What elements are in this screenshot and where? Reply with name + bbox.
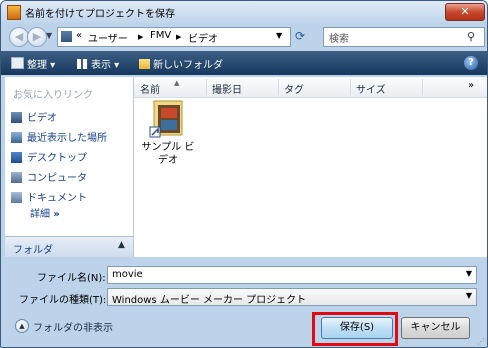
chevron-down-icon[interactable]: ▼ xyxy=(466,291,472,300)
organize-icon xyxy=(11,57,24,69)
nav-item-computer[interactable]: コンピュータ xyxy=(11,169,87,185)
hide-folders-button[interactable]: フォルダの非表示 xyxy=(33,319,113,334)
resize-grip-icon[interactable]: ⋰ xyxy=(477,337,485,346)
column-divider[interactable] xyxy=(422,79,423,95)
filetype-select[interactable]: Windows ムービー メーカー プロジェクト ▼ xyxy=(107,288,477,306)
desktop-icon xyxy=(11,152,22,163)
breadcrumb-fmv[interactable]: FMV xyxy=(150,30,171,41)
search-placeholder: 検索 xyxy=(329,34,349,45)
file-name-line1: サンプル ビ xyxy=(141,142,195,153)
filename-label: ファイル名(N): xyxy=(37,273,106,284)
breadcrumb-videos[interactable]: ビデオ xyxy=(188,30,218,45)
views-label: 表示 xyxy=(91,60,111,71)
file-item-label: サンプル ビ デオ xyxy=(136,141,200,167)
save-button[interactable]: 保存(S) xyxy=(321,317,393,339)
chevron-up-icon[interactable]: ▲ xyxy=(118,240,125,250)
more-links-button[interactable]: 詳細 » xyxy=(30,205,60,220)
column-name[interactable]: 名前 ▲ xyxy=(140,79,179,96)
chevron-up-icon[interactable]: ▲ xyxy=(15,319,29,333)
more-columns-chevron-icon[interactable]: » xyxy=(468,80,474,91)
double-chevron-icon: » xyxy=(53,209,60,220)
nav-item-label: コンピュータ xyxy=(27,173,87,184)
new-folder-button[interactable]: 新しいフォルダ xyxy=(139,56,223,71)
column-divider[interactable] xyxy=(350,79,351,95)
favorite-links-heading: お気に入りリンク xyxy=(13,90,93,101)
nav-item-label: デスクトップ xyxy=(27,153,87,164)
nav-item-recent-places[interactable]: 最近表示した場所 xyxy=(11,129,107,145)
column-size[interactable]: サイズ xyxy=(356,81,386,96)
filename-value: movie xyxy=(112,269,143,280)
column-header-row: 名前 ▲ 撮影日 タグ サイズ » xyxy=(134,77,487,98)
views-icon xyxy=(77,59,88,69)
folders-label: フォルダ xyxy=(13,245,53,256)
window-title: 名前を付けてプロジェクトを保存 xyxy=(25,9,175,20)
nav-item-documents[interactable]: ドキュメント xyxy=(11,189,87,205)
column-divider[interactable] xyxy=(278,79,279,95)
nav-item-videos[interactable]: ビデオ xyxy=(11,109,57,125)
address-bar-row: ◀ ▶ ▼ « ユーザー ▶ FMV ▶ ビデオ ▼ ⟳ 検索 ⚲ xyxy=(1,23,487,51)
column-divider[interactable] xyxy=(206,79,207,95)
movie-maker-app-icon xyxy=(7,5,21,20)
breadcrumb-users[interactable]: ユーザー xyxy=(88,30,128,45)
filetype-label: ファイルの種類(T): xyxy=(19,295,107,306)
column-date-taken[interactable]: 撮影日 xyxy=(212,81,242,96)
title-bar: 名前を付けてプロジェクトを保存 ✕ xyxy=(1,1,487,23)
file-list: 名前 ▲ 撮影日 タグ サイズ » サンプル ビ デオ xyxy=(134,77,487,257)
views-menu-button[interactable]: 表示 ▾ xyxy=(77,56,119,71)
computer-icon xyxy=(11,172,22,183)
navigation-pane: お気に入りリンク ビデオ 最近表示した場所 デスクトップ コンピュータ ドキュメ… xyxy=(5,77,134,257)
new-folder-label: 新しいフォルダ xyxy=(153,60,223,71)
nav-item-label: 最近表示した場所 xyxy=(27,133,107,144)
column-tags[interactable]: タグ xyxy=(284,81,304,96)
organize-menu-button[interactable]: 整理 ▾ xyxy=(11,56,55,71)
back-button[interactable]: ◀ xyxy=(9,27,29,47)
forward-button[interactable]: ▶ xyxy=(27,27,47,47)
breadcrumb-separator[interactable]: ▶ xyxy=(176,33,181,41)
nav-item-label: ビデオ xyxy=(27,113,57,124)
more-links-label: 詳細 xyxy=(30,209,50,220)
folder-icon xyxy=(61,31,72,42)
nav-item-desktop[interactable]: デスクトップ xyxy=(11,149,87,165)
address-overflow-chevron[interactable]: « xyxy=(76,30,82,41)
address-field[interactable]: « ユーザー ▶ FMV ▶ ビデオ ▼ xyxy=(57,27,291,47)
documents-icon xyxy=(11,192,22,203)
search-icon[interactable]: ⚲ xyxy=(467,30,475,43)
address-dropdown-icon[interactable]: ▼ xyxy=(276,31,282,40)
filename-input[interactable]: movie ▼ xyxy=(107,266,477,284)
folders-pane-header[interactable]: フォルダ ▲ xyxy=(5,236,133,257)
filetype-value: Windows ムービー メーカー プロジェクト xyxy=(112,295,307,306)
recent-pages-dropdown[interactable]: ▼ xyxy=(46,31,52,40)
command-toolbar: 整理 ▾ 表示 ▾ 新しいフォルダ ? xyxy=(1,51,487,75)
organize-label: 整理 xyxy=(27,60,47,71)
video-folder-icon xyxy=(149,100,183,138)
cancel-button[interactable]: キャンセル xyxy=(401,317,470,339)
help-icon[interactable]: ? xyxy=(464,56,478,70)
new-folder-icon xyxy=(139,59,150,69)
save-project-dialog: 名前を付けてプロジェクトを保存 ✕ ◀ ▶ ▼ « ユーザー ▶ FMV ▶ ビ… xyxy=(0,0,488,348)
refresh-icon[interactable]: ⟳ xyxy=(295,29,309,43)
chevron-down-icon[interactable]: ▼ xyxy=(466,269,472,278)
video-icon xyxy=(11,112,22,123)
close-button[interactable]: ✕ xyxy=(445,3,485,21)
recent-places-icon xyxy=(11,132,22,143)
file-name-line2: デオ xyxy=(158,155,178,166)
sort-ascending-icon: ▲ xyxy=(174,79,180,87)
nav-item-label: ドキュメント xyxy=(27,193,87,204)
save-options-panel: ファイル名(N): movie ▼ ファイルの種類(T): Windows ムー… xyxy=(1,259,487,347)
column-name-label: 名前 xyxy=(140,85,160,96)
breadcrumb-separator[interactable]: ▶ xyxy=(138,33,143,41)
search-field[interactable]: 検索 ⚲ xyxy=(323,27,485,47)
